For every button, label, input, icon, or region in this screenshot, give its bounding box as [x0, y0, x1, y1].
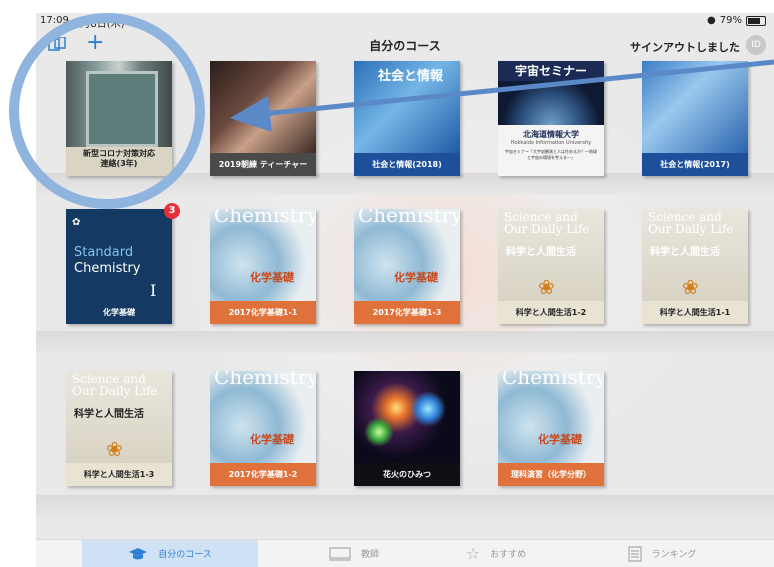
- annotation-arrow: [230, 59, 774, 132]
